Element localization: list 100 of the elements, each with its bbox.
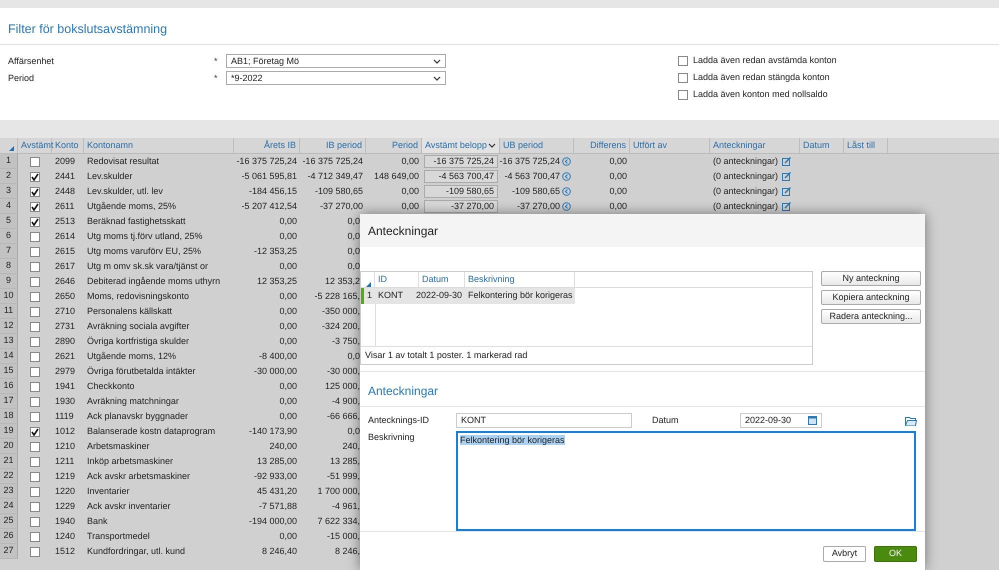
date-field[interactable]: 2022-09-30 — [740, 413, 822, 428]
sort-icon — [9, 146, 14, 151]
edit-icon[interactable] — [782, 172, 792, 181]
checkbox[interactable] — [30, 366, 40, 376]
table-cell-text: 2650 — [54, 290, 76, 303]
notes-link[interactable]: (0 anteckningar) — [713, 200, 778, 214]
column-header[interactable]: UB period — [500, 138, 574, 153]
row-number: 24 — [0, 499, 18, 514]
table-cell-text: 0,00 — [608, 170, 628, 183]
checkbox[interactable] — [30, 336, 40, 346]
column-header[interactable]: Avstämt — [18, 138, 52, 153]
table-cell-text: 0,00 — [278, 530, 298, 543]
grid-row[interactable]: 1 KONT 2022-09-30 Felkontering bör korigeras — [361, 288, 575, 304]
table-cell-text: 0,0 — [346, 350, 360, 363]
checkbox[interactable] — [30, 322, 40, 332]
checkbox[interactable] — [30, 276, 40, 286]
table-cell-text: 240,00 — [268, 440, 298, 453]
checkbox[interactable] — [30, 412, 40, 422]
table-cell-text: -15 000, — [326, 530, 360, 543]
checkbox[interactable] — [30, 396, 40, 406]
action-button[interactable]: Ny anteckning — [821, 271, 921, 286]
id-field[interactable]: KONT — [456, 413, 632, 428]
checkbox[interactable] — [30, 156, 40, 166]
table-cell-text: 0,00 — [278, 380, 298, 393]
table-cell-text: 0,00 — [278, 214, 298, 228]
required-marker: * — [214, 72, 219, 84]
amount-field[interactable]: -16 375 725,24 — [424, 155, 498, 168]
column-header[interactable]: Årets IB — [234, 138, 300, 153]
amount-field[interactable]: -4 563 700,47 — [424, 170, 498, 183]
dropdown[interactable]: *9-2022 — [226, 71, 446, 86]
column-header[interactable]: Avstämt belopp — [422, 138, 500, 153]
column-header[interactable]: Differens — [574, 138, 630, 153]
checkbox[interactable] — [30, 232, 40, 242]
checkbox[interactable] — [678, 72, 688, 82]
action-button[interactable]: Radera anteckning... — [821, 309, 921, 324]
checkbox[interactable] — [30, 306, 40, 316]
column-header[interactable]: Kontonamn — [84, 138, 234, 153]
table-cell-text: -30 000, — [326, 364, 360, 378]
checkbox[interactable] — [30, 186, 40, 196]
column-header[interactable]: Utfört av — [630, 138, 710, 153]
column-header[interactable]: Konto — [52, 138, 84, 153]
checkbox[interactable] — [30, 382, 40, 392]
table-cell-text: 1930 — [54, 394, 76, 408]
checkbox[interactable] — [30, 202, 40, 212]
cancel-button[interactable]: Avbryt — [823, 546, 866, 562]
checkbox[interactable] — [30, 472, 40, 482]
row-number: 13 — [0, 334, 18, 349]
notes-link[interactable]: (0 anteckningar) — [713, 184, 778, 198]
checkbox[interactable] — [30, 456, 40, 466]
notes-link[interactable]: (0 anteckningar) — [713, 154, 778, 168]
checkbox[interactable] — [30, 442, 40, 452]
amount-field[interactable]: -37 270,00 — [424, 200, 498, 213]
row-number: 26 — [0, 529, 18, 544]
notes-link[interactable]: (0 anteckningar) — [713, 170, 778, 184]
amount-field[interactable]: -109 580,65 — [424, 185, 498, 198]
column-header[interactable]: Anteckningar — [710, 138, 800, 153]
table-cell-text: 1012 — [54, 424, 76, 438]
section-title: Anteckningar — [368, 384, 438, 398]
table-cell-text: 7 622 334, — [316, 514, 360, 528]
checkbox-label: Ladda även redan avstämda konton — [693, 54, 837, 67]
calendar-icon[interactable] — [808, 416, 817, 425]
table-cell-text: -37 270,00 — [516, 200, 560, 213]
checkbox[interactable] — [30, 262, 40, 272]
checkbox[interactable] — [30, 546, 40, 556]
edit-icon[interactable] — [782, 187, 792, 196]
column-header[interactable]: IB period — [300, 138, 366, 153]
checkbox[interactable] — [30, 532, 40, 542]
table-cell-text: 0,0 — [346, 230, 360, 243]
table-cell-text: Lev.skulder, utl. lev — [86, 184, 164, 198]
checkbox[interactable] — [30, 502, 40, 512]
checkbox[interactable] — [30, 516, 40, 526]
description-field[interactable]: Felkontering bör korigeras — [456, 431, 916, 531]
table-cell-text: 1941 — [54, 380, 76, 393]
table-cell-text: 0,0 — [346, 424, 360, 438]
column-header[interactable]: Datum — [800, 138, 844, 153]
edit-icon[interactable] — [782, 157, 792, 166]
ok-button[interactable]: OK — [874, 546, 917, 562]
table-cell-text: Beräknad fastighetsskatt — [86, 214, 187, 228]
checkbox[interactable] — [30, 216, 40, 226]
checkbox[interactable] — [30, 246, 40, 256]
dropdown[interactable]: AB1; Företag Mö — [226, 54, 446, 68]
table-cell-text: Lev.skulder — [86, 170, 134, 183]
checkbox[interactable] — [678, 90, 688, 100]
table-cell-text: 1119 — [54, 410, 75, 423]
checkbox[interactable] — [30, 352, 40, 362]
table-cell-text: -3 750, — [330, 334, 360, 348]
checkbox[interactable] — [30, 486, 40, 496]
table-cell-text: Transportmedel — [86, 530, 151, 543]
folder-icon[interactable] — [905, 416, 917, 426]
checkbox[interactable] — [30, 172, 40, 182]
column-header[interactable]: Låst till — [844, 138, 888, 153]
dialog-title: Anteckningar — [368, 222, 438, 240]
table-cell-text: 2979 — [54, 364, 76, 378]
table-cell-text: -109 580,65 — [512, 184, 560, 198]
checkbox[interactable] — [30, 426, 40, 436]
edit-icon[interactable] — [782, 202, 792, 211]
checkbox[interactable] — [678, 56, 688, 66]
panel-title: Filter för bokslutsavstämning — [8, 22, 168, 36]
action-button[interactable]: Kopiera anteckning — [821, 290, 921, 305]
checkbox[interactable] — [30, 292, 40, 302]
